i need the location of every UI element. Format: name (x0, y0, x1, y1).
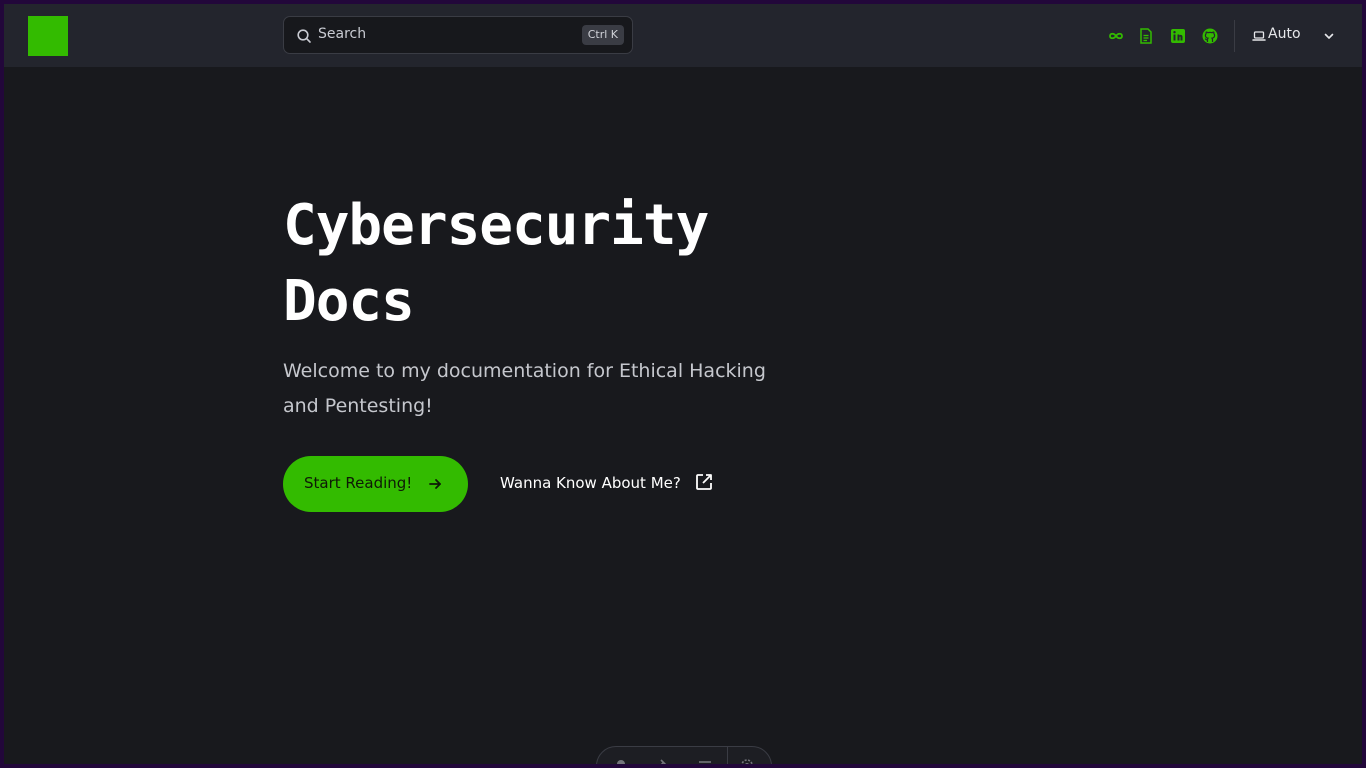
bottom-toolbar (596, 746, 772, 764)
tools-icon[interactable] (653, 757, 669, 764)
bottom-toolbar-divider (727, 747, 728, 764)
laptop-icon (1252, 31, 1266, 41)
page-subtitle: Welcome to my documentation for Ethical … (283, 354, 803, 424)
theme-selector[interactable]: Auto (1250, 24, 1340, 48)
infinity-icon[interactable] (1107, 27, 1125, 45)
about-me-link[interactable]: Wanna Know About Me? (500, 470, 730, 498)
start-reading-button[interactable]: Start Reading! (283, 456, 468, 512)
navbar-divider (1234, 20, 1235, 52)
chevron-down-icon (1324, 33, 1334, 39)
file-text-icon[interactable] (1137, 27, 1155, 45)
github-icon[interactable] (1201, 27, 1219, 45)
page-subtitle-line-2: and Pentesting! (283, 395, 433, 417)
search-box[interactable]: Search Ctrl K (283, 16, 633, 54)
theme-selector-label: Auto (1268, 26, 1301, 42)
site-logo[interactable] (28, 16, 68, 56)
page-title: Cybersecurity Docs (283, 188, 843, 340)
linkedin-icon[interactable] (1169, 27, 1187, 45)
settings-icon[interactable] (739, 757, 755, 764)
page-title-line-2: Docs (283, 269, 415, 334)
start-reading-label: Start Reading! (304, 474, 413, 492)
page-subtitle-line-1: Welcome to my documentation for Ethical … (283, 360, 766, 382)
search-placeholder: Search (318, 26, 367, 42)
bell-icon[interactable] (613, 757, 629, 764)
top-navbar: Search Ctrl K Auto (4, 4, 1362, 67)
page-frame: Search Ctrl K Auto Cybersecurity Docs We… (4, 4, 1362, 764)
external-link-icon (696, 474, 712, 490)
arrow-right-icon (429, 479, 441, 489)
menu-icon[interactable] (697, 757, 713, 764)
page-title-line-1: Cybersecurity (283, 193, 709, 258)
search-shortcut-hint: Ctrl K (581, 25, 624, 45)
about-me-label: Wanna Know About Me? (500, 474, 681, 492)
search-icon (297, 29, 311, 43)
